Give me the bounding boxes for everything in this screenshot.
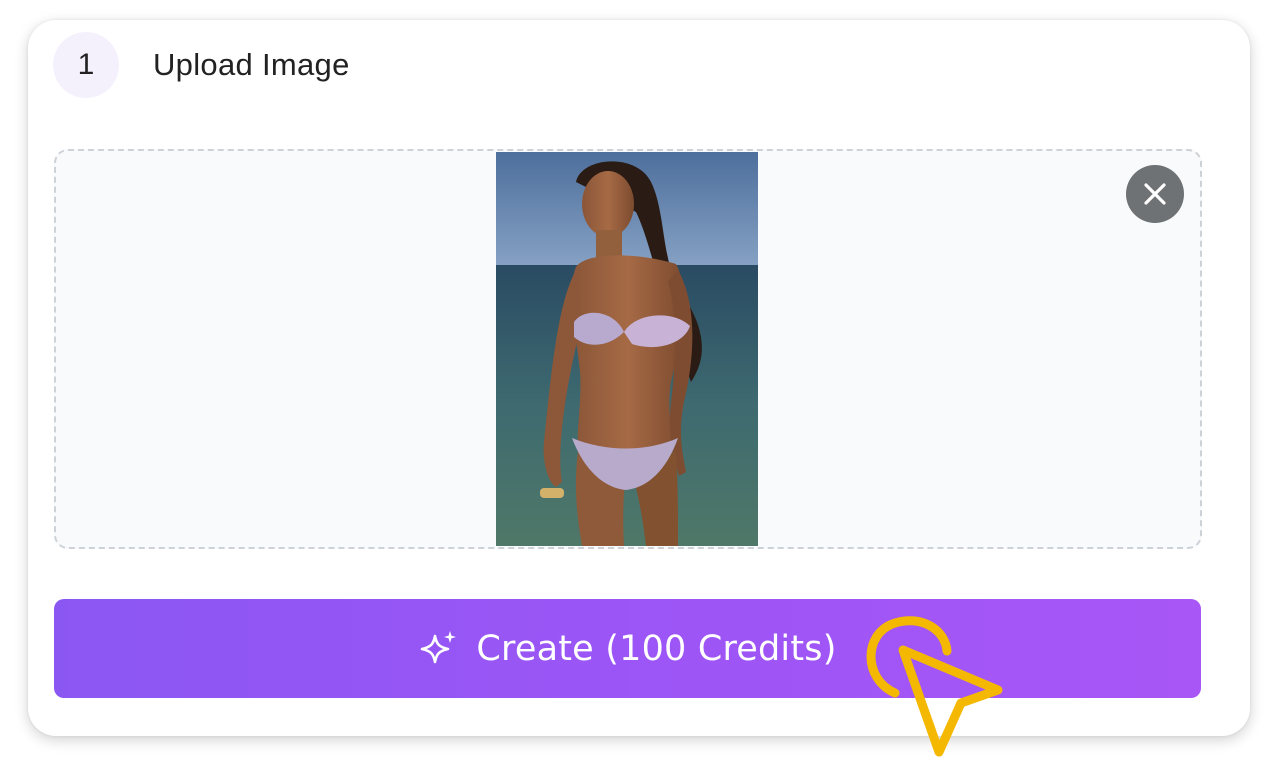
step-title: Upload Image <box>153 47 350 82</box>
close-icon <box>1144 183 1166 205</box>
step-header: 1 Upload Image <box>53 32 350 98</box>
image-dropzone[interactable] <box>54 149 1202 549</box>
remove-image-button[interactable] <box>1126 165 1184 223</box>
upload-card: 1 Upload Image Create (100 Credits) <box>28 20 1250 736</box>
create-button[interactable]: Create (100 Credits) <box>54 599 1201 698</box>
create-button-label: Create (100 Credits) <box>476 628 837 669</box>
sparkle-icon <box>421 630 457 663</box>
uploaded-image-preview <box>496 152 758 546</box>
step-number-badge: 1 <box>53 32 119 98</box>
